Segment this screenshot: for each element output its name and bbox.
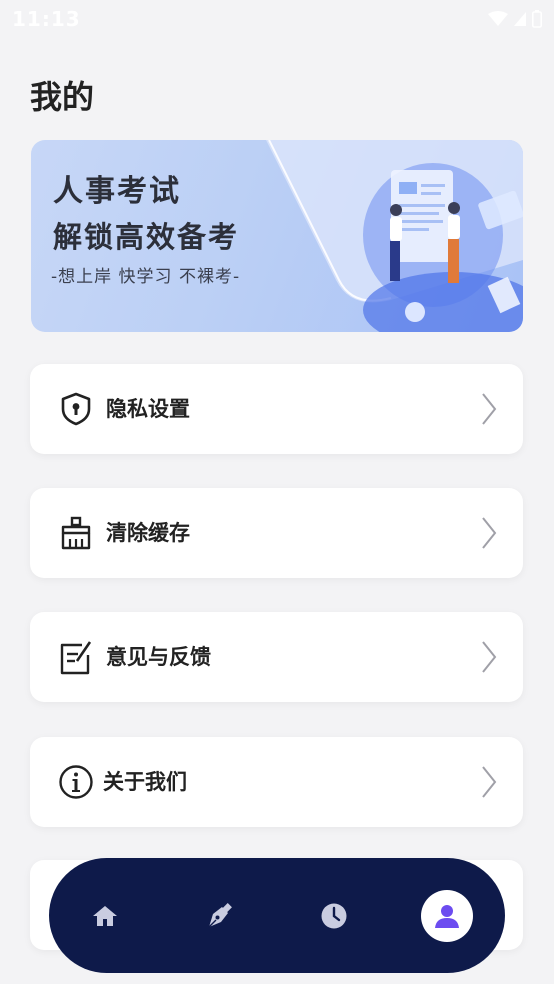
menu-item-label: 隐私设置 <box>106 397 190 421</box>
broom-icon <box>61 516 91 550</box>
status-time: 11:13 <box>12 7 81 31</box>
info-icon <box>59 765 93 799</box>
tab-profile[interactable] <box>407 858 487 973</box>
promo-banner[interactable]: 人事考试 解锁高效备考 -想上岸 快学习 不裸考- <box>31 140 523 332</box>
menu-item-label: 意见与反馈 <box>106 645 211 669</box>
chevron-right-icon <box>482 517 497 549</box>
banner-title-line2: 解锁高效备考 <box>53 220 240 254</box>
signal-icon <box>514 12 526 26</box>
status-bar: 11:13 <box>0 0 554 38</box>
chevron-right-icon <box>482 641 497 673</box>
wifi-icon <box>488 11 508 26</box>
user-icon <box>435 904 459 928</box>
tab-history[interactable] <box>294 858 374 973</box>
clock-icon <box>321 903 347 928</box>
pen-nib-icon <box>208 902 232 927</box>
home-icon <box>93 905 117 926</box>
page-title: 我的 <box>30 78 95 116</box>
chevron-right-icon <box>482 766 497 798</box>
tab-home[interactable] <box>65 858 145 973</box>
bottom-tab-bar <box>49 858 505 973</box>
menu-item-privacy-settings[interactable]: 隐私设置 <box>30 364 523 454</box>
feedback-edit-icon <box>60 641 92 675</box>
banner-illustration <box>363 163 523 332</box>
menu-item-about-us[interactable]: 关于我们 <box>30 737 523 827</box>
menu-item-clear-cache[interactable]: 清除缓存 <box>30 488 523 578</box>
banner-slogan: -想上岸 快学习 不裸考- <box>51 267 241 287</box>
tab-write[interactable] <box>179 858 259 973</box>
banner-title-line1: 人事考试 <box>53 174 181 209</box>
menu-item-label: 关于我们 <box>103 770 187 794</box>
chevron-right-icon <box>482 393 497 425</box>
menu-item-feedback[interactable]: 意见与反馈 <box>30 612 523 702</box>
shield-lock-icon <box>61 392 91 426</box>
battery-icon <box>532 10 542 28</box>
menu-item-label: 清除缓存 <box>106 521 190 545</box>
tab-active-indicator <box>421 889 473 942</box>
status-icons <box>488 10 542 28</box>
